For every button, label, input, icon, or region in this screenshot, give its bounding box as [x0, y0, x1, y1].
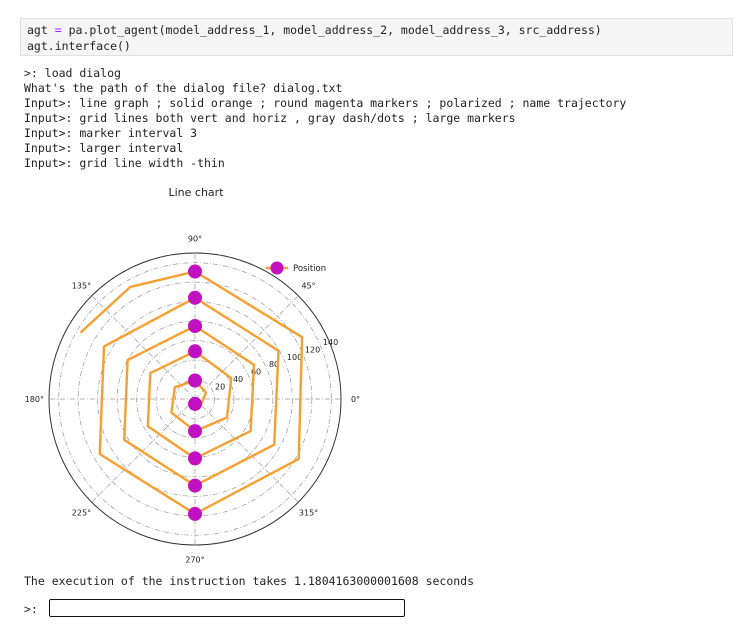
execution-time-text: The execution of the instruction takes 1… — [24, 574, 475, 588]
series-marker — [188, 373, 202, 388]
series-marker — [188, 506, 202, 521]
theta-tick-label: 0° — [351, 395, 360, 404]
output-line: >: load dialog — [24, 66, 121, 80]
series-marker — [188, 396, 202, 411]
r-tick-label: 100 — [287, 353, 302, 362]
output-line: Input>: larger interval — [24, 141, 184, 155]
output-line: Input>: line graph ; solid orange ; roun… — [24, 96, 627, 110]
legend-label: Position — [293, 264, 326, 274]
grid-spoke — [91, 295, 196, 400]
theta-tick-label: 45° — [301, 281, 315, 290]
legend-marker-sample — [270, 261, 284, 275]
series-marker — [188, 451, 202, 466]
theta-tick-label: 180° — [25, 395, 44, 404]
r-tick-label: 40 — [233, 375, 243, 384]
series-marker — [188, 478, 202, 493]
grid-spoke — [91, 398, 196, 503]
series-marker — [188, 319, 202, 333]
output-line: Input>: marker interval 3 — [24, 126, 198, 140]
r-tick-label: 20 — [215, 383, 225, 392]
theta-tick-label: 315° — [299, 509, 318, 518]
chart-legend: Position — [266, 261, 326, 275]
series-marker — [188, 344, 202, 359]
polar-chart: 204060801001201400°45°90°135°180°225°270… — [25, 234, 360, 565]
theta-tick-label: 225° — [72, 509, 91, 518]
code-cell[interactable]: agt = pa.plot_agent(model_address_1, mod… — [20, 18, 733, 56]
output-line: Input>: grid lines both vert and horiz ,… — [24, 111, 516, 125]
series-marker — [188, 264, 202, 279]
theta-tick-label: 270° — [185, 556, 204, 565]
output-line: What's the path of the dialog file? dial… — [24, 81, 343, 95]
theta-tick-label: 90° — [188, 234, 202, 243]
code-line-2: agt.interface() — [27, 39, 131, 53]
prompt-label: >: — [24, 602, 38, 616]
r-tick-label: 120 — [305, 345, 320, 354]
output-area: >: load dialog What's the path of the dia… — [24, 66, 724, 171]
series-marker — [188, 290, 202, 305]
r-tick-label: 140 — [323, 338, 338, 347]
series-line — [79, 270, 304, 516]
grid-spoke — [194, 295, 299, 400]
series-marker — [188, 424, 202, 439]
code-line-1: agt = pa.plot_agent(model_address_1, mod… — [27, 23, 602, 37]
theta-tick-label: 135° — [72, 281, 91, 290]
prompt-input[interactable] — [49, 599, 405, 617]
output-line: Input>: grid line width -thin — [24, 156, 225, 170]
